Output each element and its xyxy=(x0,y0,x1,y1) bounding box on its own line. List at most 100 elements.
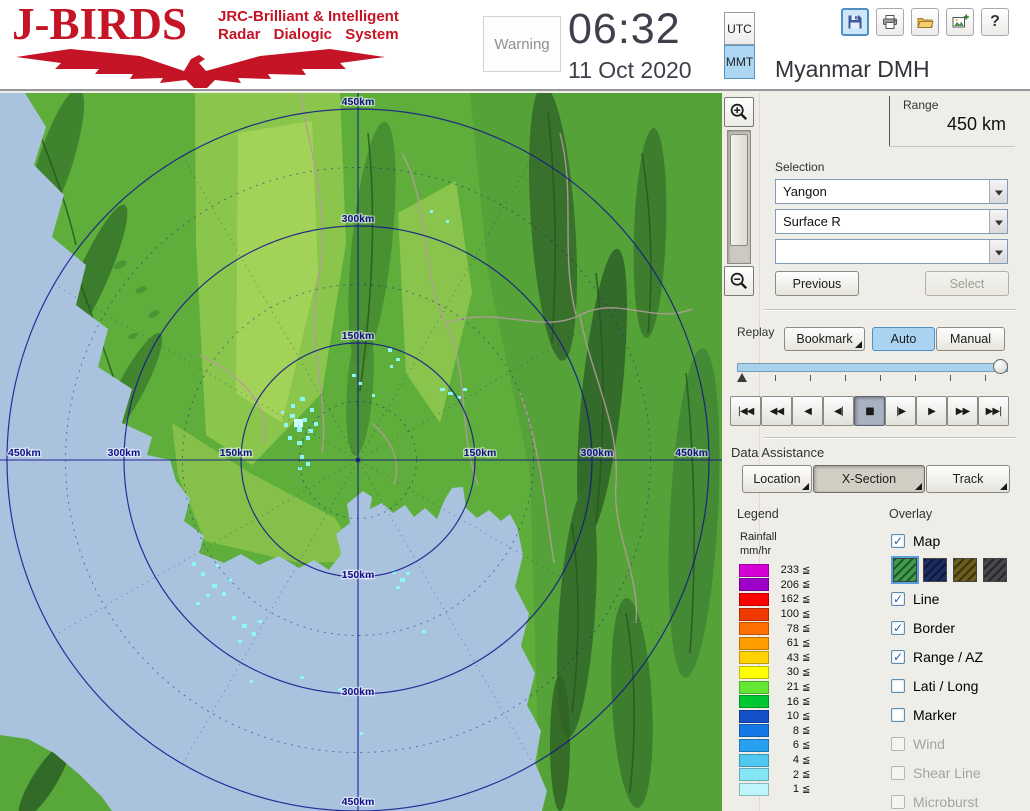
overlay-item-shear-line[interactable]: Shear Line xyxy=(891,758,1027,787)
playback-skip-end-button[interactable]: ▶▶| xyxy=(978,396,1009,426)
overlay-item-label: Lati / Long xyxy=(913,677,979,694)
legend-color-swatch xyxy=(739,651,769,665)
radar-map[interactable]: 450km 300km 150km 150km 300km 450km 450km 300km… xyxy=(0,93,722,811)
location-button[interactable]: Location xyxy=(742,465,812,493)
legend-unit-line1: Rainfall xyxy=(740,531,777,543)
overlay-options: Map Line Border Range / AZ Lati / Long Marker… xyxy=(891,526,1027,811)
playback-play-button[interactable]: ▶ xyxy=(916,396,947,426)
legend-label: Legend xyxy=(737,507,779,521)
ring-distance-label: 300km xyxy=(342,686,375,698)
zoom-slider-thumb[interactable] xyxy=(730,134,748,246)
option-dropdown-value xyxy=(776,240,989,263)
legend-value: 162 xyxy=(780,593,799,606)
playback-fast-rewind-button[interactable]: ◀◀ xyxy=(761,396,792,426)
legend-row: 43 ≦ xyxy=(739,651,829,666)
playback-play-reverse-button[interactable]: ◀ xyxy=(792,396,823,426)
zoom-out-button[interactable] xyxy=(724,266,754,296)
mmt-label: MMT xyxy=(725,55,754,69)
slider-track[interactable] xyxy=(737,363,1008,372)
option-dropdown[interactable] xyxy=(775,239,1008,264)
legend-value: 2 xyxy=(792,768,799,781)
range-value: 450 km xyxy=(946,114,1006,134)
overlay-item-map[interactable]: Map xyxy=(891,526,1027,555)
data-assistance-label: Data Assistance xyxy=(731,445,825,460)
overlay-item-lati-long[interactable]: Lati / Long xyxy=(891,671,1027,700)
logo-subtitle-line2: Radar Dialogic System xyxy=(218,26,399,43)
overlay-item-wind[interactable]: Wind xyxy=(891,729,1027,758)
map-style-swatch[interactable] xyxy=(923,557,947,582)
legend-operator: ≦ xyxy=(802,652,811,664)
slider-handle[interactable] xyxy=(993,359,1008,374)
legend-value: 1 xyxy=(792,783,799,796)
replay-slider[interactable] xyxy=(737,358,1008,386)
previous-button[interactable]: Previous xyxy=(775,271,859,296)
checkbox-icon[interactable] xyxy=(891,707,905,722)
map-style-swatches xyxy=(891,555,1027,584)
legend-operator: ≦ xyxy=(802,783,811,795)
overlay-item-border[interactable]: Border xyxy=(891,613,1027,642)
jbirds-application-window: J-BIRDS JRC-Brilliant & Intelligent Rada… xyxy=(0,0,1030,811)
site-dropdown[interactable]: Yangon xyxy=(775,179,1008,204)
legend-row: 10 ≦ xyxy=(739,709,829,724)
legend-color-swatch xyxy=(739,563,769,577)
playback-step-back-button[interactable]: ◀| xyxy=(823,396,854,426)
chevron-down-icon[interactable] xyxy=(989,210,1007,233)
save-button[interactable] xyxy=(841,8,869,36)
legend-value: 8 xyxy=(792,724,799,737)
legend-color-swatch xyxy=(739,724,769,738)
chevron-down-icon[interactable] xyxy=(989,180,1007,203)
map-style-swatch[interactable] xyxy=(983,557,1007,582)
zoom-out-icon xyxy=(730,272,748,290)
open-folder-button[interactable] xyxy=(911,8,939,36)
legend-value: 6 xyxy=(792,739,799,752)
overlay-item-marker[interactable]: Marker xyxy=(891,700,1027,729)
separator xyxy=(764,309,1016,311)
timezone-utc-button[interactable]: UTC xyxy=(724,12,755,45)
selection-label: Selection xyxy=(775,160,825,174)
legend-row: 206 ≦ xyxy=(739,578,829,593)
legend-operator: ≦ xyxy=(802,681,811,693)
legend-unit-line2: mm/hr xyxy=(740,545,772,557)
ring-distance-label: 450km xyxy=(342,96,375,108)
map-style-swatch[interactable] xyxy=(891,555,919,584)
add-image-button[interactable] xyxy=(946,8,974,36)
legend-color-swatch xyxy=(739,636,769,650)
playback-fast-forward-button[interactable]: ▶▶ xyxy=(947,396,978,426)
legend-color-swatch xyxy=(739,592,769,606)
playback-stop-button[interactable]: ■ xyxy=(854,396,885,426)
checkbox-icon[interactable] xyxy=(891,765,905,780)
overlay-item-range-az[interactable]: Range / AZ xyxy=(891,642,1027,671)
checkbox-icon[interactable] xyxy=(891,533,905,548)
clock-date: 11 Oct 2020 xyxy=(568,57,692,83)
chevron-down-icon[interactable] xyxy=(989,240,1007,263)
replay-auto-button[interactable]: Auto xyxy=(872,327,935,351)
slider-tick xyxy=(950,375,951,381)
help-button[interactable]: ? xyxy=(981,8,1009,36)
map-style-swatch[interactable] xyxy=(953,557,977,582)
legend-row: 61 ≦ xyxy=(739,636,829,651)
print-button[interactable] xyxy=(876,8,904,36)
bookmark-button[interactable]: Bookmark xyxy=(784,327,865,351)
playback-step-forward-button[interactable]: |▶ xyxy=(885,396,916,426)
checkbox-icon[interactable] xyxy=(891,678,905,693)
overlay-item-microburst[interactable]: Microburst xyxy=(891,787,1027,811)
zoom-in-button[interactable] xyxy=(724,97,754,127)
rainfall-legend: 233 ≦ 206 ≦ 162 ≦ 100 ≦ 78 ≦ 61 ≦ 43 ≦ 30 ≦ 21 ≦ 16 ≦ 10 ≦ 8 ≦ 6… xyxy=(739,563,829,797)
zoom-slider-track[interactable] xyxy=(727,130,751,264)
checkbox-icon[interactable] xyxy=(891,736,905,751)
product-dropdown[interactable]: Surface R xyxy=(775,209,1008,234)
checkbox-icon[interactable] xyxy=(891,649,905,664)
playback-skip-start-button[interactable]: |◀◀ xyxy=(730,396,761,426)
replay-manual-button[interactable]: Manual xyxy=(936,327,1005,351)
legend-row: 8 ≦ xyxy=(739,724,829,739)
x-section-button[interactable]: X-Section xyxy=(813,465,925,493)
checkbox-icon[interactable] xyxy=(891,591,905,606)
legend-operator: ≦ xyxy=(802,739,811,751)
checkbox-icon[interactable] xyxy=(891,794,905,809)
select-button[interactable]: Select xyxy=(925,271,1009,296)
timezone-mmt-button[interactable]: MMT xyxy=(724,45,755,79)
track-button[interactable]: Track xyxy=(926,465,1010,493)
legend-color-swatch xyxy=(739,753,769,767)
checkbox-icon[interactable] xyxy=(891,620,905,635)
overlay-item-line[interactable]: Line xyxy=(891,584,1027,613)
